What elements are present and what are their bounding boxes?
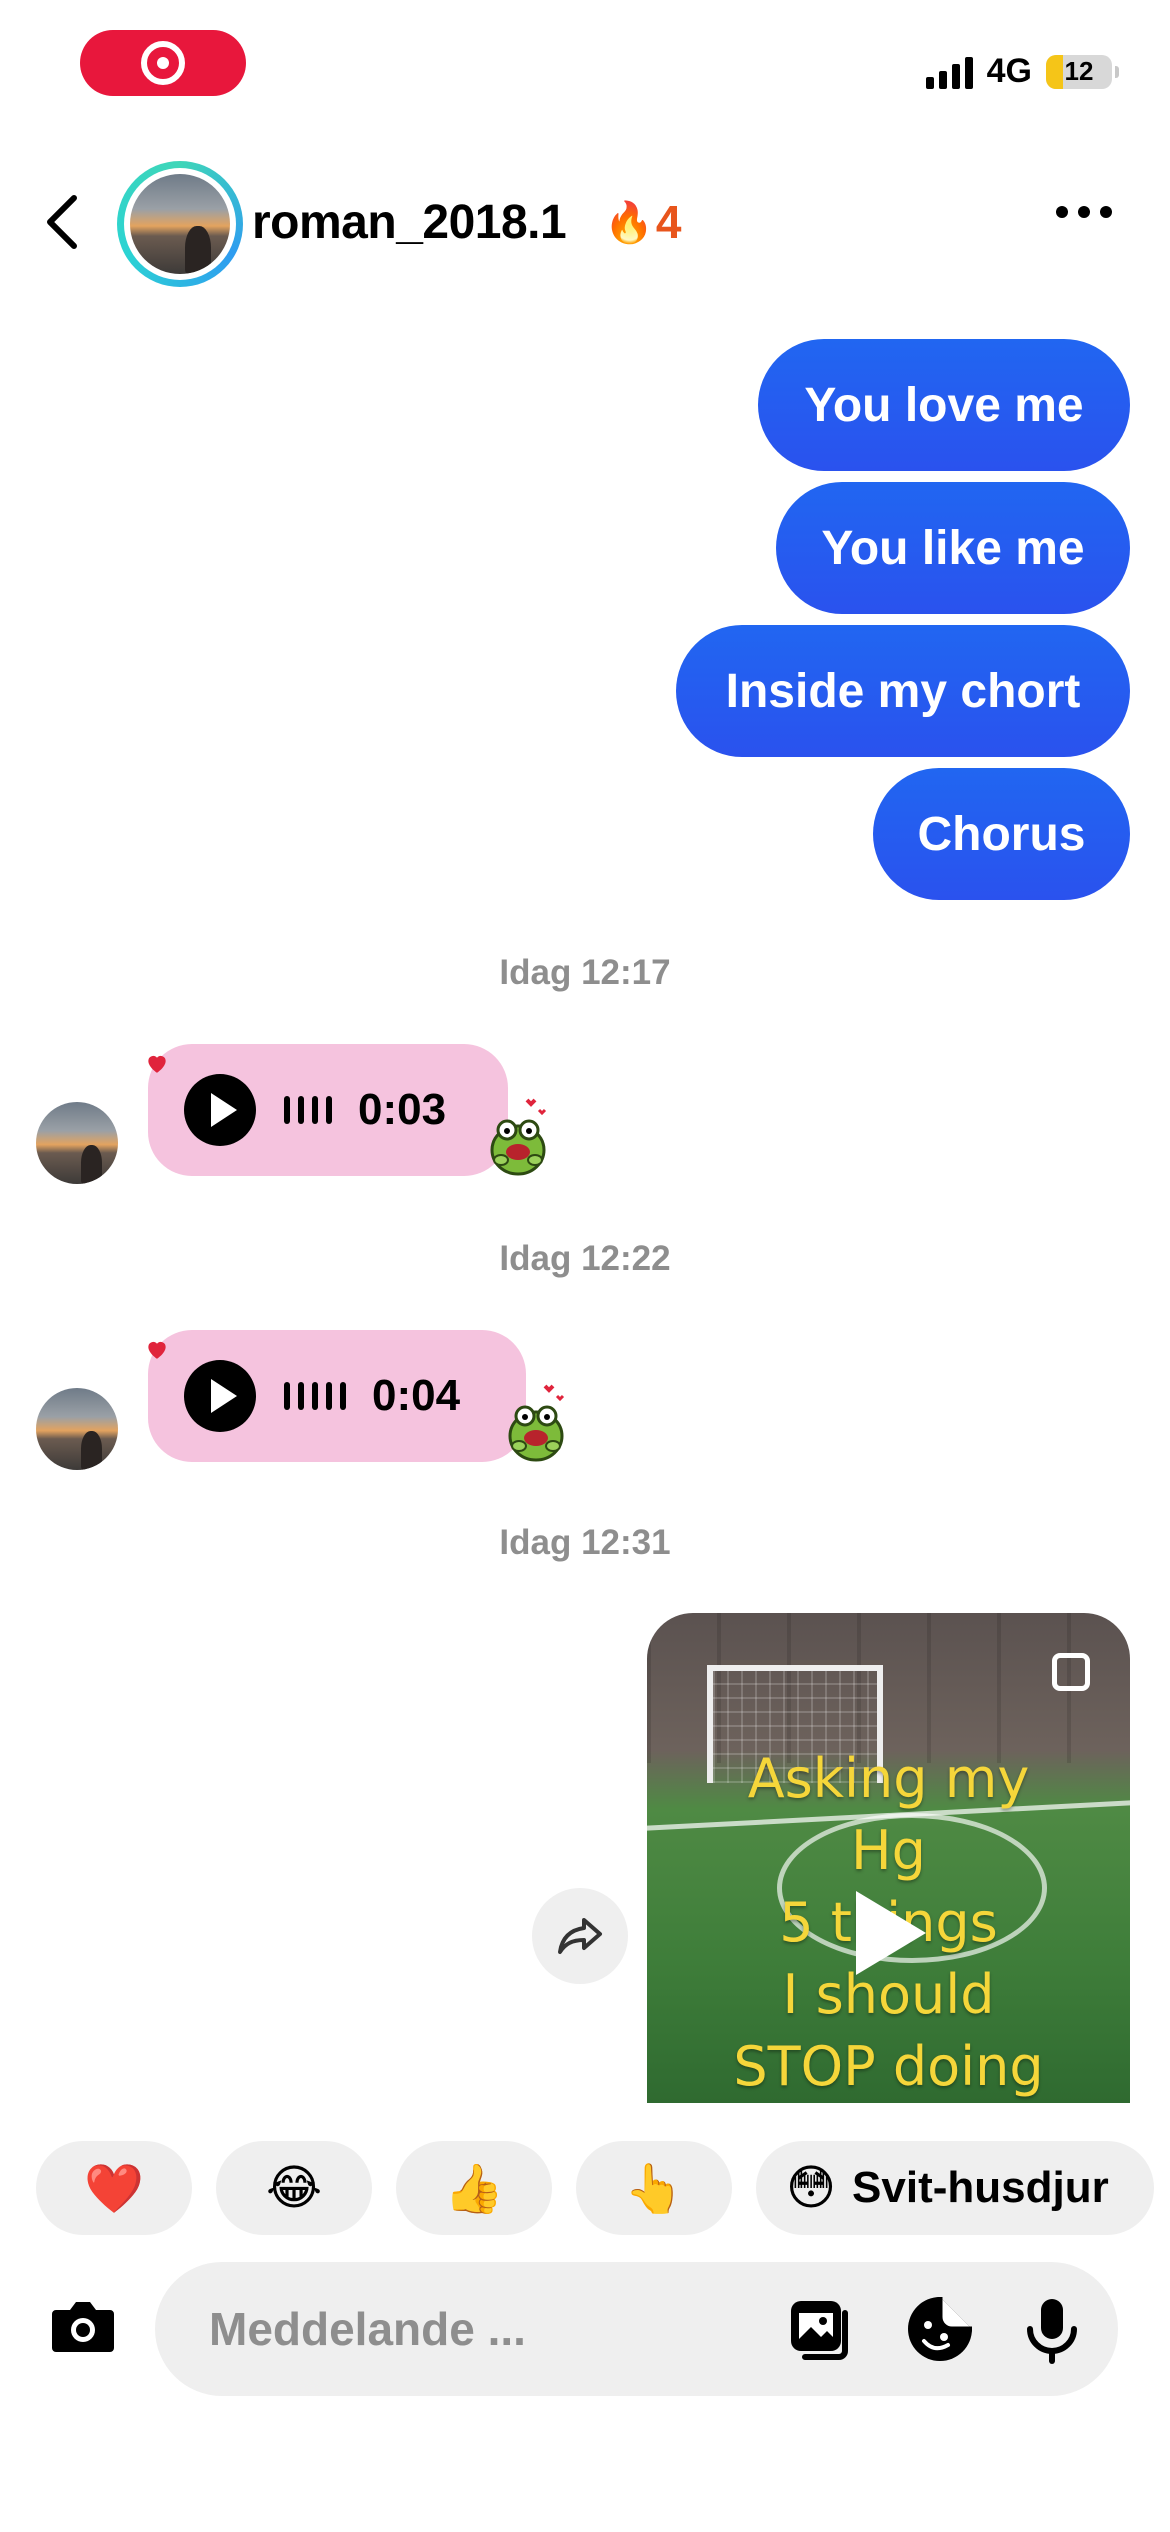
- share-button[interactable]: [532, 1888, 628, 1984]
- record-icon: [141, 41, 185, 85]
- status-icons: 4G 12: [925, 52, 1119, 91]
- battery-level: 12: [1064, 56, 1094, 86]
- reel-icon: [1052, 1653, 1090, 1691]
- quick-replies: ❤️ 😂 👍 👆 😳 Svit-husdjur: [36, 2141, 1154, 2235]
- timestamp: Idag 12:31: [499, 1523, 671, 1562]
- share-arrow-icon: [558, 1918, 602, 1954]
- quick-reply-pointing-up[interactable]: 👆: [576, 2141, 732, 2235]
- gallery-icon[interactable]: [785, 2293, 857, 2365]
- message-composer[interactable]: [155, 2262, 1118, 2396]
- microphone-icon[interactable]: [1016, 2293, 1088, 2365]
- thumbs-up-icon: 👍: [444, 2162, 504, 2216]
- frog-hearts-sticker-icon: [490, 1098, 547, 1176]
- camera-icon[interactable]: [48, 2294, 118, 2356]
- voice-duration: 0:03: [358, 1085, 447, 1134]
- quick-reply-laugh[interactable]: 😂: [216, 2141, 372, 2235]
- pet-face-icon: 😳: [786, 2162, 837, 2215]
- video-message[interactable]: Asking my Hg 5 things I should STOP doin…: [647, 1613, 1130, 2103]
- network-type: 4G: [986, 52, 1032, 90]
- avatar-image: [130, 174, 230, 274]
- profile-avatar[interactable]: [117, 161, 243, 287]
- video-play-icon[interactable]: [856, 1891, 926, 1975]
- sent-message[interactable]: You love me: [758, 339, 1130, 471]
- battery-icon: 12: [1046, 54, 1119, 89]
- waveform-icon: [284, 1096, 332, 1124]
- voice-duration: 0:04: [372, 1371, 461, 1420]
- heart-icon: ❤️: [84, 2162, 144, 2216]
- sent-message[interactable]: Chorus: [873, 768, 1130, 900]
- streak-count: 4: [655, 196, 682, 248]
- more-options-icon[interactable]: [1056, 206, 1112, 218]
- heart-reaction-icon[interactable]: [144, 1050, 170, 1076]
- voice-message[interactable]: 0:04: [148, 1330, 526, 1462]
- cellular-signal-icon: [925, 55, 973, 89]
- fire-icon: 🔥: [604, 200, 654, 245]
- timestamp: Idag 12:17: [499, 953, 671, 992]
- screen-recording-indicator[interactable]: [80, 30, 246, 96]
- voice-message[interactable]: 0:03: [148, 1044, 508, 1176]
- frog-hearts-sticker-icon: [508, 1384, 565, 1462]
- sticker-icon[interactable]: [904, 2293, 976, 2365]
- back-arrow-icon[interactable]: [40, 192, 90, 252]
- message-input[interactable]: [209, 2292, 769, 2366]
- username[interactable]: roman_2018.1: [252, 195, 567, 250]
- quick-reply-label: Svit-husdjur: [852, 2163, 1109, 2212]
- play-icon[interactable]: [184, 1360, 256, 1432]
- waveform-icon: [284, 1382, 346, 1410]
- sender-avatar[interactable]: [36, 1102, 118, 1184]
- quick-reply-thumbs-up[interactable]: 👍: [396, 2141, 552, 2235]
- sender-avatar[interactable]: [36, 1388, 118, 1470]
- timestamp: Idag 12:22: [499, 1239, 671, 1278]
- quick-reply-pet[interactable]: 😳 Svit-husdjur: [756, 2141, 1154, 2235]
- streak-badge: 🔥 4: [604, 195, 681, 249]
- heart-reaction-icon[interactable]: [144, 1336, 170, 1362]
- sent-message[interactable]: Inside my chort: [676, 625, 1130, 757]
- play-icon[interactable]: [184, 1074, 256, 1146]
- laughing-face-icon: 😂: [265, 2162, 323, 2215]
- quick-reply-heart[interactable]: ❤️: [36, 2141, 192, 2235]
- sent-message[interactable]: You like me: [776, 482, 1130, 614]
- pointing-hand-icon: 👆: [624, 2162, 684, 2216]
